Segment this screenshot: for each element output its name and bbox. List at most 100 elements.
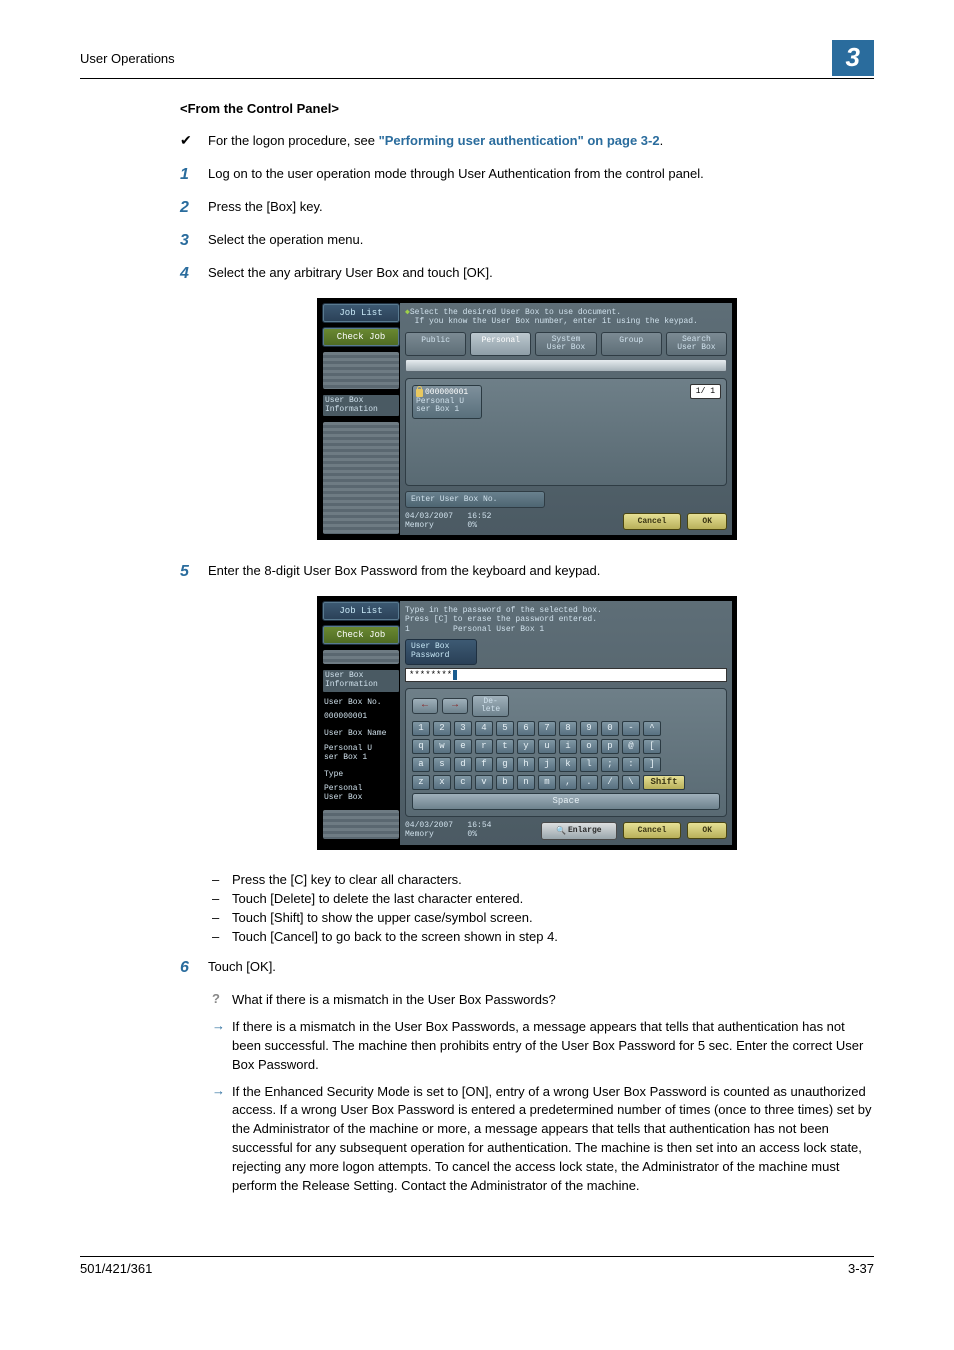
arrow-right-button[interactable]: → [442, 698, 468, 714]
key-y[interactable]: y [517, 739, 535, 754]
key-e[interactable]: e [454, 739, 472, 754]
box-number-field[interactable] [405, 359, 727, 372]
tab-group[interactable]: Group [601, 332, 662, 356]
question-icon: ? [212, 991, 232, 1006]
job-list-button[interactable]: Job List [322, 303, 400, 323]
key-o[interactable]: o [580, 739, 598, 754]
key-7[interactable]: 7 [538, 721, 556, 736]
key-5[interactable]: 5 [496, 721, 514, 736]
check-job-button-2[interactable]: Check Job [322, 625, 400, 645]
enter-box-no-button[interactable]: Enter User Box No. [405, 491, 545, 508]
key-4[interactable]: 4 [475, 721, 493, 736]
qa-answer-2: If the Enhanced Security Mode is set to … [232, 1083, 874, 1196]
step-5-text: Enter the 8-digit User Box Password from… [208, 562, 874, 581]
password-label: User Box Password [405, 639, 477, 665]
page-footer: 501/421/361 3-37 [80, 1256, 874, 1276]
box-name-label: User Box Name [322, 728, 400, 741]
step-6-text: Touch [OK]. [208, 958, 874, 977]
key-z[interactable]: z [412, 775, 430, 790]
shift-key[interactable]: Shift [643, 775, 685, 790]
key-s[interactable]: s [433, 757, 451, 772]
key-a[interactable]: a [412, 757, 430, 772]
key-w[interactable]: w [433, 739, 451, 754]
key-k[interactable]: k [559, 757, 577, 772]
msg-line1: Select the desired User Box to use docum… [410, 308, 621, 317]
job-list-button-2[interactable]: Job List [322, 601, 400, 621]
kbd-row-4: zxcvbnm,./\Shift [412, 775, 720, 790]
step-1-num: 1 [180, 165, 208, 184]
tab-public[interactable]: Public [405, 332, 466, 356]
box-no-value: 000000001 [322, 713, 400, 724]
kbd-row-3: asdfghjkl;:] [412, 757, 720, 772]
cancel-button-2[interactable]: Cancel [623, 822, 682, 839]
kbd-row-2: qwertyuiop@[ [412, 739, 720, 754]
key-9[interactable]: 9 [580, 721, 598, 736]
key-;[interactable]: ; [601, 757, 619, 772]
key-r[interactable]: r [475, 739, 493, 754]
key-c[interactable]: c [454, 775, 472, 790]
key-t[interactable]: t [496, 739, 514, 754]
key-\[interactable]: \ [622, 775, 640, 790]
cancel-button[interactable]: Cancel [623, 513, 682, 530]
key-g[interactable]: g [496, 757, 514, 772]
key-1[interactable]: 1 [412, 721, 430, 736]
box-type-label: Type [322, 769, 400, 782]
key-/[interactable]: / [601, 775, 619, 790]
key-6[interactable]: 6 [517, 721, 535, 736]
key-:[interactable]: : [622, 757, 640, 772]
key-d[interactable]: d [454, 757, 472, 772]
key-^[interactable]: ^ [643, 721, 661, 736]
tab-system[interactable]: System User Box [535, 332, 596, 356]
ok-button-2[interactable]: OK [687, 822, 727, 839]
key-8[interactable]: 8 [559, 721, 577, 736]
lock-icon [416, 389, 423, 397]
key--[interactable]: - [622, 721, 640, 736]
key-][interactable]: ] [643, 757, 661, 772]
check-job-button[interactable]: Check Job [322, 327, 400, 347]
key-p[interactable]: p [601, 739, 619, 754]
key-0[interactable]: 0 [601, 721, 619, 736]
note-suffix: . [660, 133, 664, 148]
magnify-icon: 🔍 [556, 826, 566, 836]
user-box-tile[interactable]: 000000001 Personal U ser Box 1 [412, 385, 482, 419]
link-user-auth[interactable]: "Performing user authentication" on page… [379, 133, 660, 148]
password-input[interactable]: ******** [405, 668, 727, 682]
key-h[interactable]: h [517, 757, 535, 772]
key-3[interactable]: 3 [454, 721, 472, 736]
key-n[interactable]: n [517, 775, 535, 790]
key-m[interactable]: m [538, 775, 556, 790]
tab-search[interactable]: Search User Box [666, 332, 727, 356]
key-2[interactable]: 2 [433, 721, 451, 736]
section-title: <From the Control Panel> [180, 101, 874, 116]
key-q[interactable]: q [412, 739, 430, 754]
key-x[interactable]: x [433, 775, 451, 790]
footer-mem-val-2: 0% [467, 830, 477, 839]
key-l[interactable]: l [580, 757, 598, 772]
step-1-text: Log on to the user operation mode throug… [208, 165, 874, 184]
key-b[interactable]: b [496, 775, 514, 790]
ok-button[interactable]: OK [687, 513, 727, 530]
step-5-num: 5 [180, 562, 208, 581]
pw-msg3: Personal User Box 1 [453, 625, 544, 634]
key-[[interactable]: [ [643, 739, 661, 754]
space-key[interactable]: Space [412, 793, 720, 810]
tab-personal[interactable]: Personal [470, 332, 531, 356]
footer-date: 04/03/2007 [405, 512, 453, 521]
key-j[interactable]: j [538, 757, 556, 772]
sub-4: Touch [Cancel] to go back to the screen … [232, 929, 558, 944]
key-u[interactable]: u [538, 739, 556, 754]
delete-button[interactable]: De- lete [472, 695, 509, 717]
footer-mem-val: 0% [467, 521, 477, 530]
key-f[interactable]: f [475, 757, 493, 772]
key-i[interactable]: i [559, 739, 577, 754]
key-,[interactable]: , [559, 775, 577, 790]
key-v[interactable]: v [475, 775, 493, 790]
arrow-left-button[interactable]: ← [412, 698, 438, 714]
key-.[interactable]: . [580, 775, 598, 790]
user-box-info-label-2[interactable]: User Box Information [322, 669, 400, 693]
user-box-info-label[interactable]: User Box Information [322, 394, 400, 418]
key-@[interactable]: @ [622, 739, 640, 754]
footer-mem-label-2: Memory [405, 830, 434, 839]
enlarge-button[interactable]: 🔍Enlarge [541, 822, 617, 840]
pw-msg1: Type in the password of the selected box… [405, 606, 602, 615]
